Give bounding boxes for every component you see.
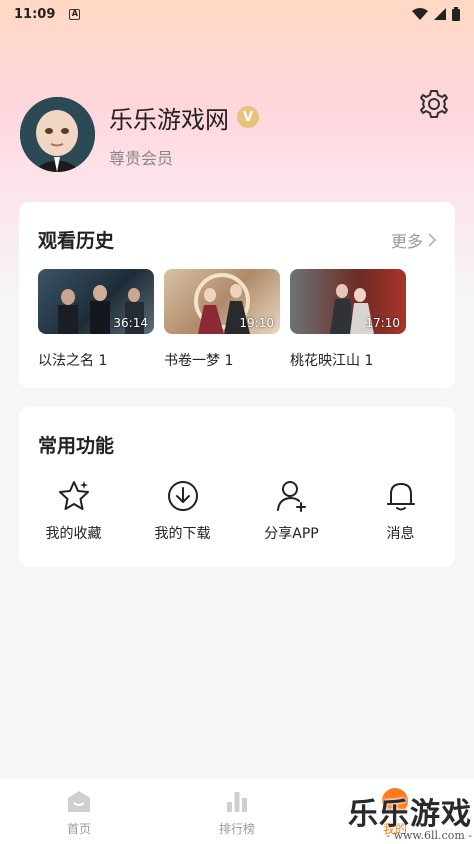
- video-thumbnail[interactable]: 36:14: [38, 269, 154, 334]
- watermark: 乐乐游戏 - www.6ll.com -: [348, 789, 472, 842]
- profile-header: 乐乐游戏网 V 尊贵会员: [20, 90, 454, 174]
- chevron-right-icon: [428, 233, 437, 247]
- history-item-title: 书卷一梦 1: [164, 353, 234, 369]
- wifi-icon: [412, 8, 428, 20]
- history-item[interactable]: 19:10 书卷一梦 1: [164, 269, 280, 370]
- history-item[interactable]: 17:10 桃花映江山 1: [290, 269, 406, 370]
- video-thumbnail[interactable]: 19:10: [164, 269, 280, 334]
- history-item-title: 桃花映江山 1: [290, 353, 374, 369]
- status-bar: 11:09 A: [0, 0, 474, 28]
- signal-icon: [434, 8, 446, 20]
- downloads-button[interactable]: 我的下载: [128, 479, 237, 543]
- ranking-icon: [227, 792, 247, 812]
- avatar[interactable]: [20, 96, 95, 172]
- star-icon: [58, 481, 89, 510]
- func-label: 我的下载: [154, 526, 211, 542]
- download-icon: [167, 481, 198, 511]
- func-label: 分享APP: [264, 526, 319, 542]
- battery-icon: [452, 7, 460, 21]
- status-icons: [412, 7, 460, 21]
- username-row: 乐乐游戏网 V: [109, 100, 259, 135]
- more-link[interactable]: 更多: [391, 228, 437, 252]
- avatar-image: [20, 96, 95, 172]
- member-level: 尊贵会员: [109, 148, 174, 168]
- settings-button[interactable]: [418, 88, 450, 120]
- profile-info: 乐乐游戏网 V 尊贵会员: [109, 100, 259, 169]
- username: 乐乐游戏网: [109, 105, 229, 134]
- notification-a-icon: A: [69, 8, 81, 20]
- bell-icon: [386, 483, 415, 511]
- history-item-title: 以法之名 1: [38, 353, 108, 369]
- func-label: 消息: [386, 526, 415, 542]
- history-list: 36:14 以法之名 1 19:10 书卷一梦 1 17:10 桃花映江山 1: [38, 269, 406, 370]
- tab-label: 首页: [66, 822, 91, 836]
- history-item[interactable]: 36:14 以法之名 1: [38, 269, 154, 370]
- common-functions-card: 常用功能 我的收藏 我的下载 分享APP 消息: [19, 407, 455, 567]
- status-time: 11:09: [14, 6, 56, 22]
- video-duration: 36:14: [113, 316, 148, 330]
- video-duration: 17:10: [365, 316, 400, 330]
- home-icon: [68, 791, 90, 812]
- more-label: 更多: [390, 232, 423, 251]
- tab-ranking[interactable]: 排行榜: [158, 778, 316, 844]
- func-label: 我的收藏: [45, 526, 102, 542]
- function-list: 我的收藏 我的下载 分享APP 消息: [19, 479, 455, 543]
- tab-home[interactable]: 首页: [0, 778, 158, 844]
- tab-label: 排行榜: [218, 822, 255, 836]
- vip-badge-icon: V: [237, 106, 259, 128]
- video-duration: 19:10: [239, 316, 274, 330]
- watermark-main: 乐乐游戏: [348, 797, 472, 832]
- watch-history-title: 观看历史: [38, 230, 115, 252]
- favorites-button[interactable]: 我的收藏: [19, 479, 128, 543]
- share-app-button[interactable]: 分享APP: [237, 479, 346, 543]
- add-user-icon: [276, 481, 306, 512]
- gear-icon: [420, 90, 448, 118]
- video-thumbnail[interactable]: 17:10: [290, 269, 406, 334]
- messages-button[interactable]: 消息: [346, 479, 455, 543]
- common-functions-title: 常用功能: [38, 435, 115, 457]
- watch-history-card: 观看历史 更多 36:14 以法之名 1 19:10 书卷一梦 1 17:10 …: [19, 202, 455, 388]
